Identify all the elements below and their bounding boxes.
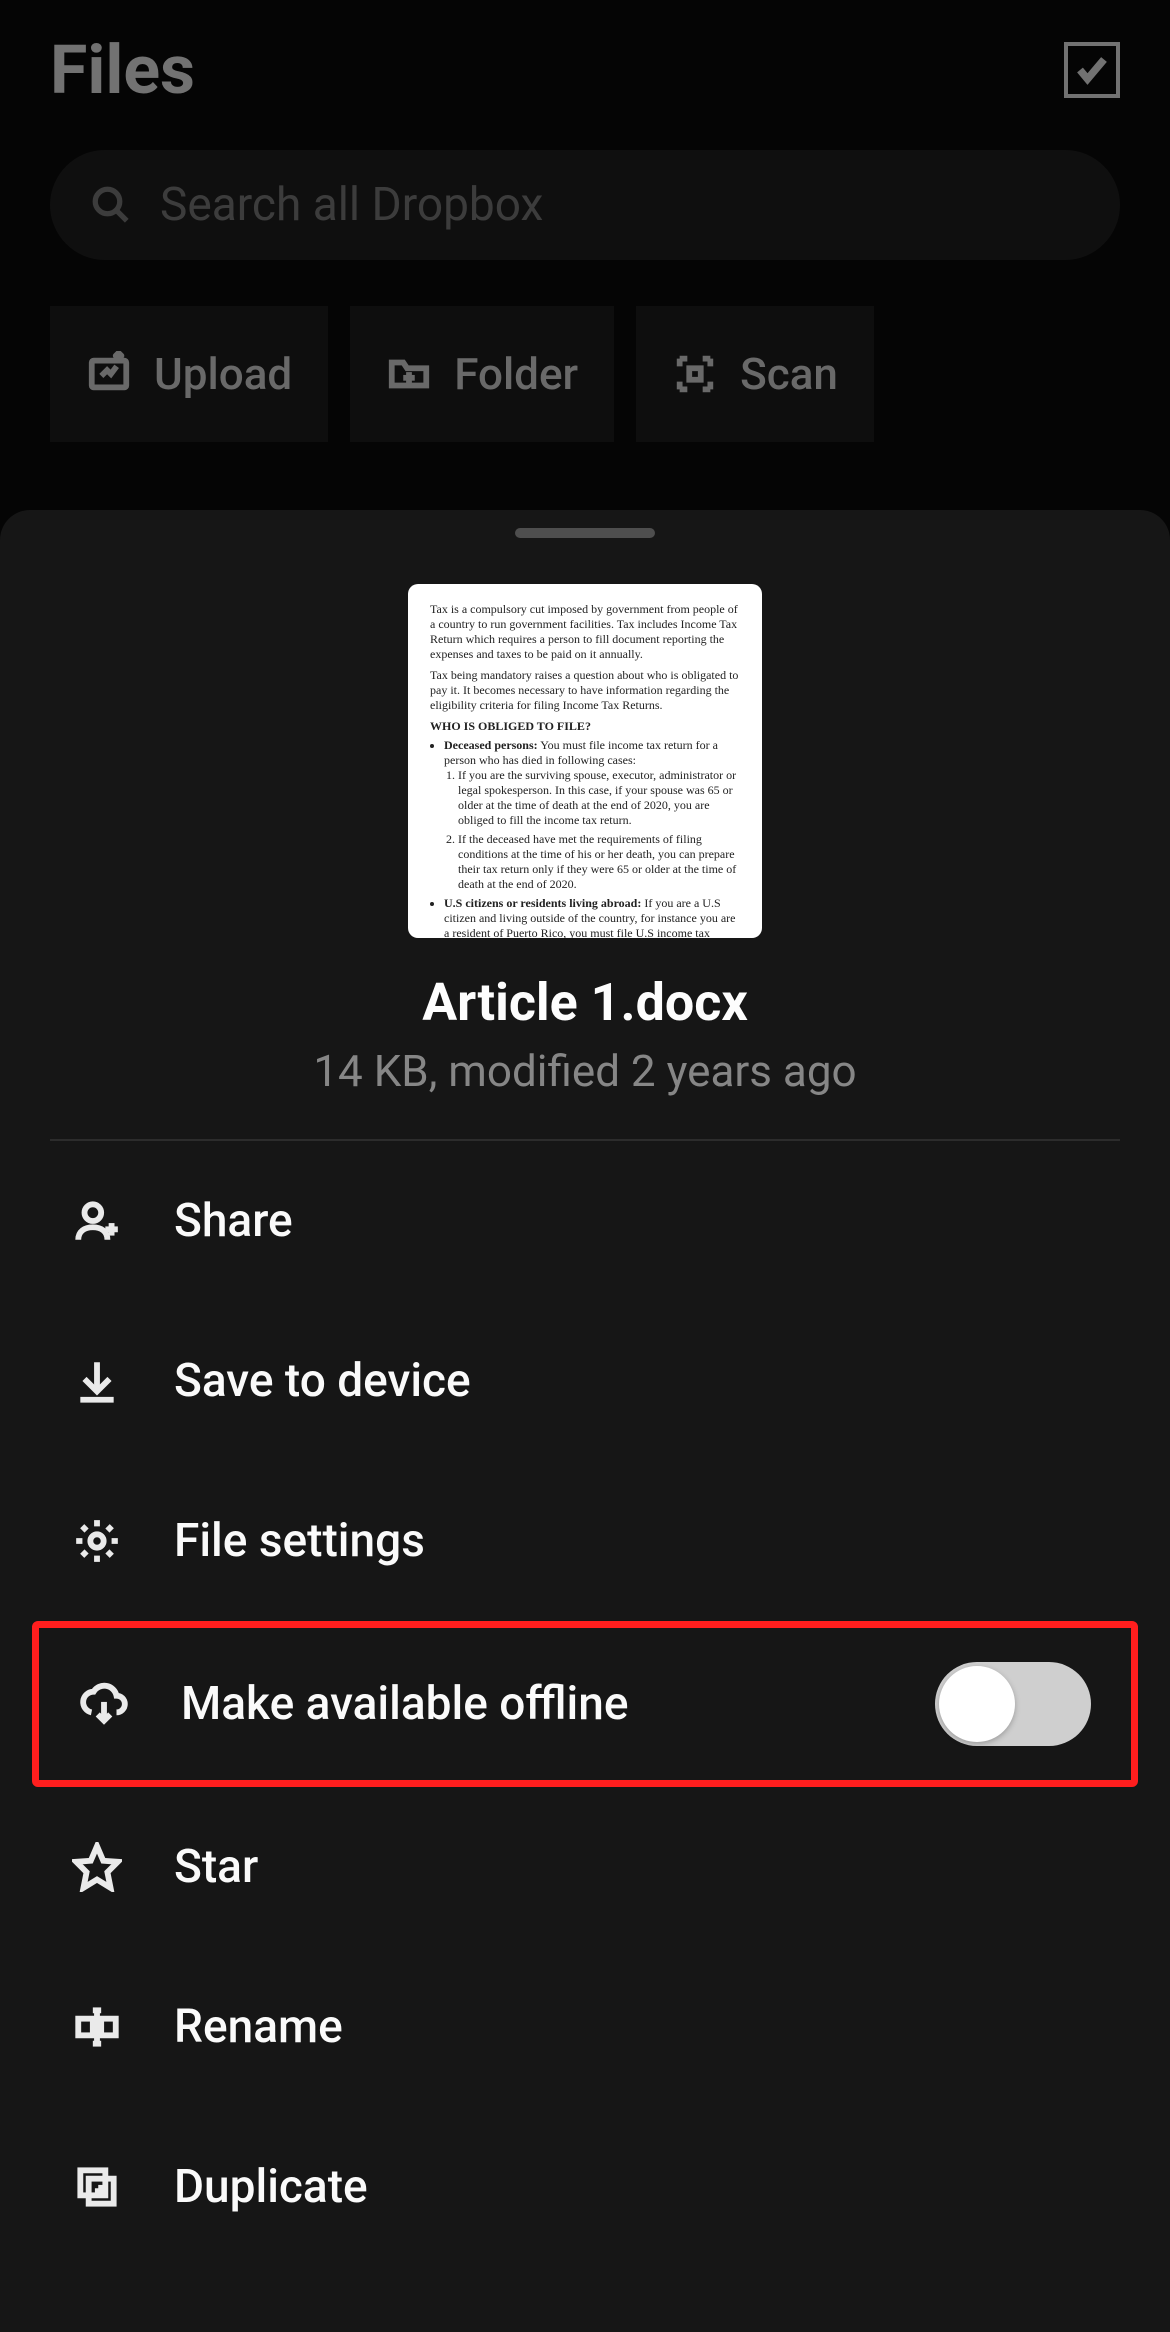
cloud-download-icon bbox=[79, 1679, 129, 1729]
menu-label: Star bbox=[174, 1840, 1098, 1894]
menu-label: File settings bbox=[174, 1514, 1098, 1568]
menu-item-share[interactable]: Share bbox=[18, 1141, 1152, 1301]
menu-item-duplicate[interactable]: Duplicate bbox=[18, 2107, 1152, 2267]
file-name: Article 1.docx bbox=[0, 972, 1170, 1033]
menu-item-file-settings[interactable]: File settings bbox=[18, 1461, 1152, 1621]
menu-label: Duplicate bbox=[174, 2160, 1098, 2214]
menu-item-offline[interactable]: Make available offline bbox=[32, 1621, 1138, 1787]
toggle-knob bbox=[939, 1666, 1015, 1742]
menu-label: Share bbox=[174, 1194, 1098, 1248]
gear-icon bbox=[72, 1516, 122, 1566]
sheet-handle[interactable] bbox=[515, 528, 655, 538]
menu-item-save-to-device[interactable]: Save to device bbox=[18, 1301, 1152, 1461]
file-meta: 14 KB, modified 2 years ago bbox=[0, 1045, 1170, 1097]
file-actions-menu: Share Save to device File settings Make … bbox=[0, 1141, 1170, 2267]
menu-label: Rename bbox=[174, 2000, 1098, 2054]
star-icon bbox=[72, 1842, 122, 1892]
download-icon bbox=[72, 1356, 122, 1406]
file-thumbnail-wrap: Tax is a compulsory cut imposed by gover… bbox=[0, 584, 1170, 938]
file-actions-sheet: Tax is a compulsory cut imposed by gover… bbox=[0, 510, 1170, 2332]
rename-icon bbox=[72, 2002, 122, 2052]
file-thumbnail: Tax is a compulsory cut imposed by gover… bbox=[408, 584, 762, 938]
share-icon bbox=[72, 1196, 122, 1246]
duplicate-icon bbox=[72, 2162, 122, 2212]
menu-label: Save to device bbox=[174, 1354, 1098, 1408]
offline-toggle[interactable] bbox=[935, 1662, 1091, 1746]
menu-item-rename[interactable]: Rename bbox=[18, 1947, 1152, 2107]
menu-label: Make available offline bbox=[181, 1677, 883, 1731]
menu-item-star[interactable]: Star bbox=[18, 1787, 1152, 1947]
